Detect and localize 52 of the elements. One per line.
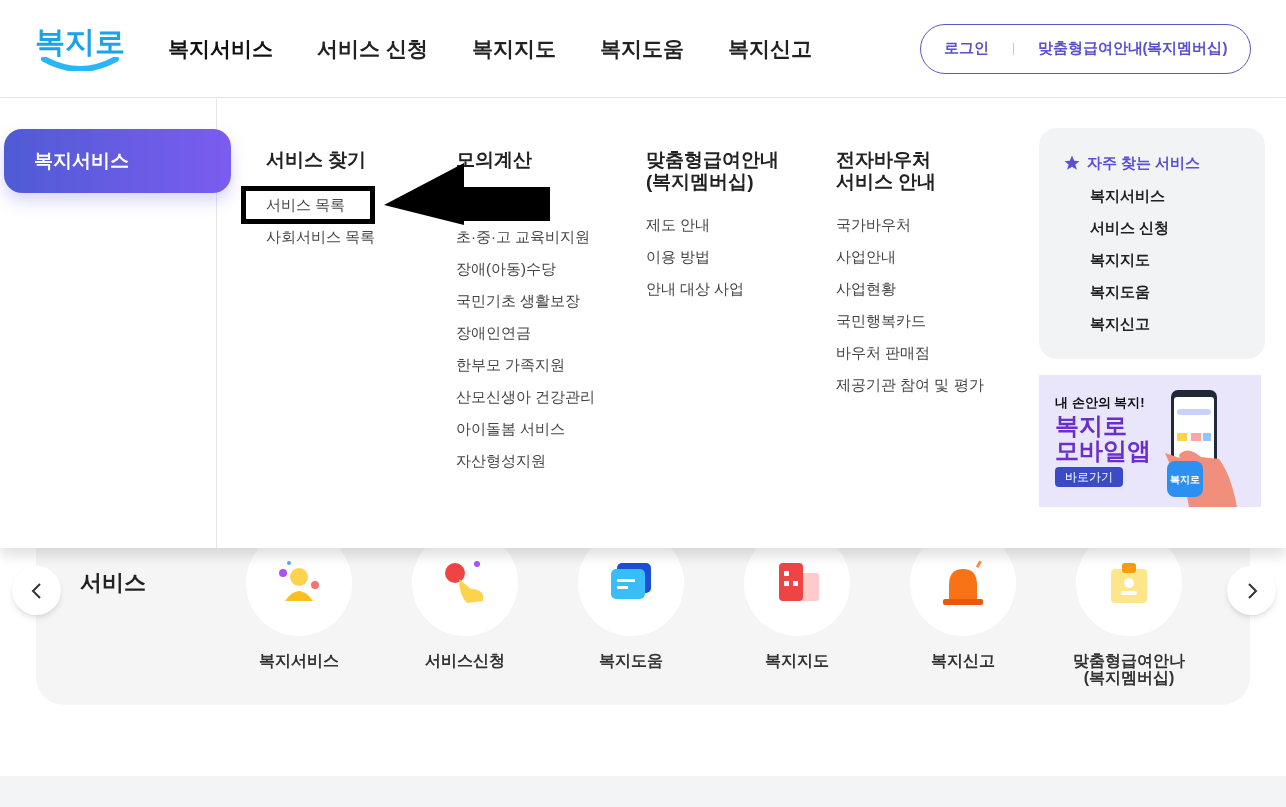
- menu-link[interactable]: 한부모 가족지원: [456, 356, 566, 374]
- service-label: 복지서비스: [259, 652, 339, 669]
- menu-link[interactable]: 국민행복카드: [836, 312, 926, 330]
- favorite-link[interactable]: 복지지도: [1090, 244, 1265, 277]
- menu-link[interactable]: 장애인연금: [456, 324, 531, 342]
- menu-link[interactable]: 아이돌봄 서비스: [456, 420, 566, 438]
- column-heading: 전자바우처 서비스 안내: [836, 149, 938, 194]
- star-icon: [1063, 154, 1081, 173]
- menu-link[interactable]: 제도 안내: [646, 216, 711, 234]
- nav-link[interactable]: 서비스 신청: [317, 32, 428, 65]
- banner-title: 복지로 모바일앱: [1055, 412, 1152, 463]
- menu-link[interactable]: 초·중·고 교육비지원: [456, 228, 591, 246]
- favorite-link[interactable]: 복지신고: [1090, 308, 1265, 341]
- nav-link[interactable]: 복지서비스: [168, 32, 273, 65]
- chevron-left-icon: [29, 581, 44, 600]
- menu-link[interactable]: 사업안내: [836, 248, 896, 266]
- favorite-link[interactable]: 복지서비스: [1090, 180, 1265, 213]
- service-label: 복지도움: [599, 652, 663, 669]
- menu-link[interactable]: 이용 방법: [646, 248, 711, 266]
- favorite-link[interactable]: 서비스 신청: [1090, 212, 1265, 245]
- menu-link[interactable]: 사회서비스 목록: [266, 228, 376, 246]
- favorites-title: 자주 찾는 서비스: [1087, 153, 1201, 173]
- smile-icon: [40, 56, 120, 71]
- nav-link[interactable]: 복지지도: [471, 32, 556, 65]
- menu-link[interactable]: 장애(아동)수당: [456, 260, 556, 278]
- service-label: 복지신고: [931, 652, 995, 669]
- favorite-link[interactable]: 복지도움: [1090, 276, 1265, 309]
- service-label: 맞춤형급여안나 (복지멤버십): [1073, 652, 1185, 686]
- app-banner[interactable]: 내 손안의 복지! 복지로 모바일앱 바로가기 복지로: [1039, 375, 1261, 507]
- column-heading: 맞춤형급여안내 (복지멤버십): [646, 149, 780, 194]
- menu-link[interactable]: 사업현황: [836, 280, 896, 298]
- menu-link[interactable]: 안내 대상 사업: [646, 280, 745, 298]
- menu-link[interactable]: 자산형성지원: [456, 452, 546, 470]
- nav-link[interactable]: 복지도움: [599, 32, 684, 65]
- menu-link[interactable]: 제공기관 참여 및 평가: [836, 376, 984, 394]
- section-title: 서비스: [80, 570, 146, 595]
- menu-link[interactable]: 국가바우처: [836, 216, 911, 234]
- service-label: 서비스신청: [425, 652, 505, 669]
- category-tab[interactable]: 복지서비스: [4, 129, 231, 193]
- column-heading: 서비스 찾기: [266, 149, 368, 172]
- app-logo: 복지로: [1167, 461, 1203, 497]
- menu-link[interactable]: 바우처 판매점: [836, 344, 931, 362]
- menu-link[interactable]: 서비스 목록: [241, 186, 376, 224]
- nav-link[interactable]: 복지신고: [727, 32, 812, 65]
- login-link[interactable]: 로그인: [943, 37, 989, 60]
- membership-link[interactable]: 맞춤형급여안내(복지멤버십): [1037, 37, 1228, 60]
- menu-link[interactable]: 국민기초 생활보장: [456, 292, 581, 310]
- go-button[interactable]: 바로가기: [1055, 466, 1123, 487]
- service-label: 복지지도: [765, 652, 829, 669]
- column-heading: 모의계산: [456, 149, 533, 172]
- menu-link[interactable]: 산모신생아 건강관리: [456, 388, 596, 406]
- banner-tagline: 내 손안의 복지!: [1055, 394, 1146, 412]
